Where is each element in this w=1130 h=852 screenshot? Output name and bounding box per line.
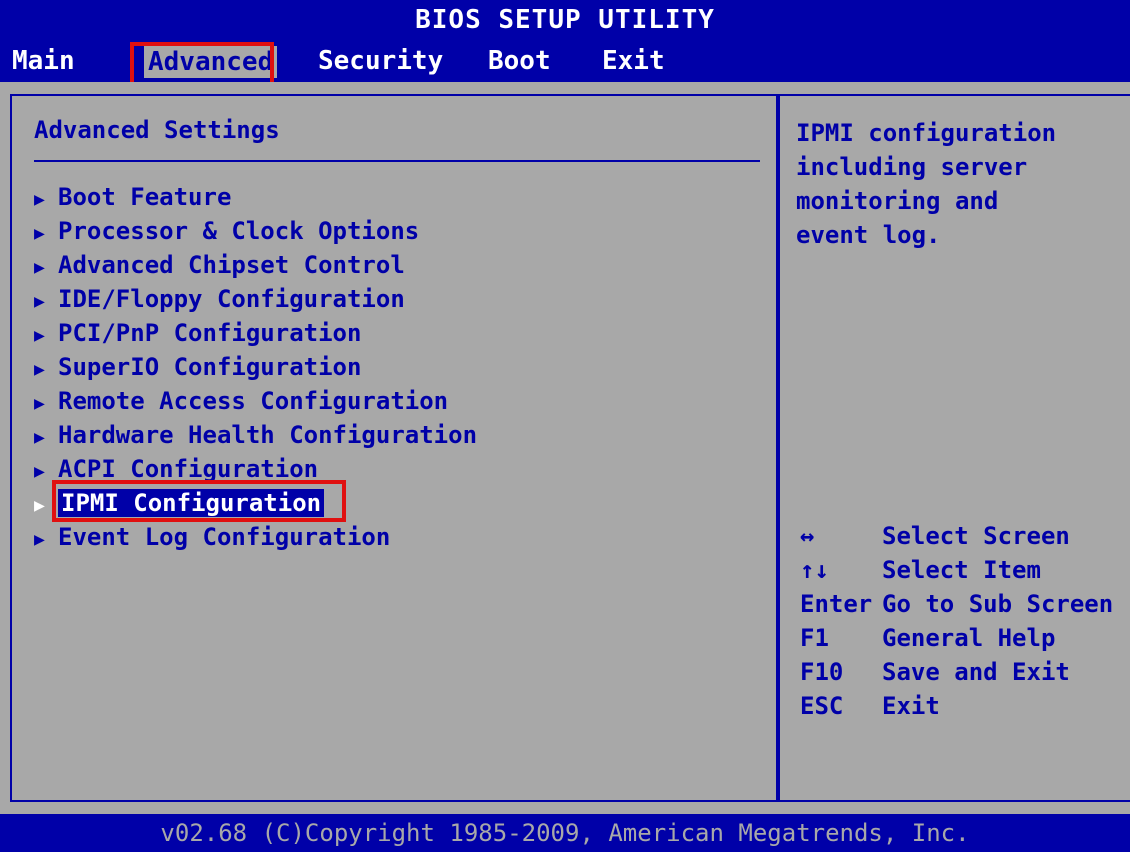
item-label: Processor & Clock Options bbox=[58, 217, 420, 245]
key-name: ↑↓ bbox=[800, 556, 829, 584]
menu-bar: Main Advanced Security Boot Exit bbox=[0, 40, 1130, 82]
copyright-footer: v02.68 (C)Copyright 1985-2009, American … bbox=[0, 814, 1130, 852]
key-desc: General Help bbox=[882, 624, 1056, 652]
menu-security[interactable]: Security bbox=[318, 40, 443, 82]
submenu-arrow-icon: ▶ bbox=[34, 257, 45, 278]
submenu-arrow-icon: ▶ bbox=[34, 461, 45, 482]
item-boot-feature[interactable]: ▶ Boot Feature bbox=[34, 180, 477, 214]
item-pci-pnp[interactable]: ▶ PCI/PnP Configuration bbox=[34, 316, 477, 350]
menu-advanced[interactable]: Advanced bbox=[144, 46, 278, 78]
key-name: Enter bbox=[800, 590, 873, 618]
help-description: IPMI configuration including server moni… bbox=[796, 119, 1057, 249]
item-label: SuperIO Configuration bbox=[58, 353, 362, 381]
submenu-arrow-icon: ▶ bbox=[34, 495, 45, 516]
key-row: F1 General Help bbox=[800, 621, 1113, 655]
key-desc: Go to Sub Screen bbox=[882, 590, 1114, 618]
key-desc: Select Screen bbox=[882, 522, 1070, 550]
item-advanced-chipset[interactable]: ▶ Advanced Chipset Control bbox=[34, 248, 477, 282]
section-divider bbox=[34, 160, 760, 162]
key-legend: ↔ Select Screen ↑↓ Select Item Enter Go to … bbox=[800, 519, 1113, 723]
item-label: Hardware Health Configuration bbox=[58, 421, 478, 449]
item-label: IPMI Configuration bbox=[58, 489, 325, 517]
key-name: F10 bbox=[800, 658, 844, 686]
key-row: ↑↓ Select Item bbox=[800, 553, 1113, 587]
key-name: ESC bbox=[800, 692, 844, 720]
submenu-arrow-icon: ▶ bbox=[34, 529, 45, 550]
submenu-arrow-icon: ▶ bbox=[34, 393, 45, 414]
key-row: Enter Go to Sub Screen bbox=[800, 587, 1113, 621]
bios-title: BIOS SETUP UTILITY bbox=[0, 0, 1130, 40]
settings-list: ▶ Boot Feature ▶ Processor & Clock Options… bbox=[34, 180, 477, 554]
item-label: Remote Access Configuration bbox=[58, 387, 449, 415]
key-name: ↔ bbox=[800, 522, 815, 550]
item-event-log[interactable]: ▶ Event Log Configuration bbox=[34, 520, 477, 554]
item-acpi[interactable]: ▶ ACPI Configuration bbox=[34, 452, 477, 486]
key-desc: Save and Exit bbox=[882, 658, 1070, 686]
item-ipmi[interactable]: ▶ IPMI Configuration bbox=[34, 486, 477, 520]
submenu-arrow-icon: ▶ bbox=[34, 325, 45, 346]
key-name: F1 bbox=[800, 624, 829, 652]
item-label: IDE/Floppy Configuration bbox=[58, 285, 405, 313]
menu-exit[interactable]: Exit bbox=[602, 40, 665, 82]
item-processor-clock[interactable]: ▶ Processor & Clock Options bbox=[34, 214, 477, 248]
menu-main[interactable]: Main bbox=[12, 40, 75, 82]
submenu-arrow-icon: ▶ bbox=[34, 427, 45, 448]
item-hardware-health[interactable]: ▶ Hardware Health Configuration bbox=[34, 418, 477, 452]
key-row: ESC Exit bbox=[800, 689, 1113, 723]
submenu-arrow-icon: ▶ bbox=[34, 359, 45, 380]
item-label: ACPI Configuration bbox=[58, 455, 319, 483]
section-title: Advanced Settings bbox=[34, 116, 280, 144]
item-remote-access[interactable]: ▶ Remote Access Configuration bbox=[34, 384, 477, 418]
item-label: Advanced Chipset Control bbox=[58, 251, 405, 279]
submenu-arrow-icon: ▶ bbox=[34, 223, 45, 244]
settings-panel: Advanced Settings ▶ Boot Feature ▶ Process… bbox=[0, 82, 1130, 814]
key-desc: Select Item bbox=[882, 556, 1041, 584]
submenu-arrow-icon: ▶ bbox=[34, 291, 45, 312]
key-row: F10 Save and Exit bbox=[800, 655, 1113, 689]
item-label: Event Log Configuration bbox=[58, 523, 391, 551]
item-label: PCI/PnP Configuration bbox=[58, 319, 362, 347]
menu-boot[interactable]: Boot bbox=[488, 40, 551, 82]
key-row: ↔ Select Screen bbox=[800, 519, 1113, 553]
submenu-arrow-icon: ▶ bbox=[34, 189, 45, 210]
key-desc: Exit bbox=[882, 692, 940, 720]
item-ide-floppy[interactable]: ▶ IDE/Floppy Configuration bbox=[34, 282, 477, 316]
item-label: Boot Feature bbox=[58, 183, 232, 211]
item-superio[interactable]: ▶ SuperIO Configuration bbox=[34, 350, 477, 384]
